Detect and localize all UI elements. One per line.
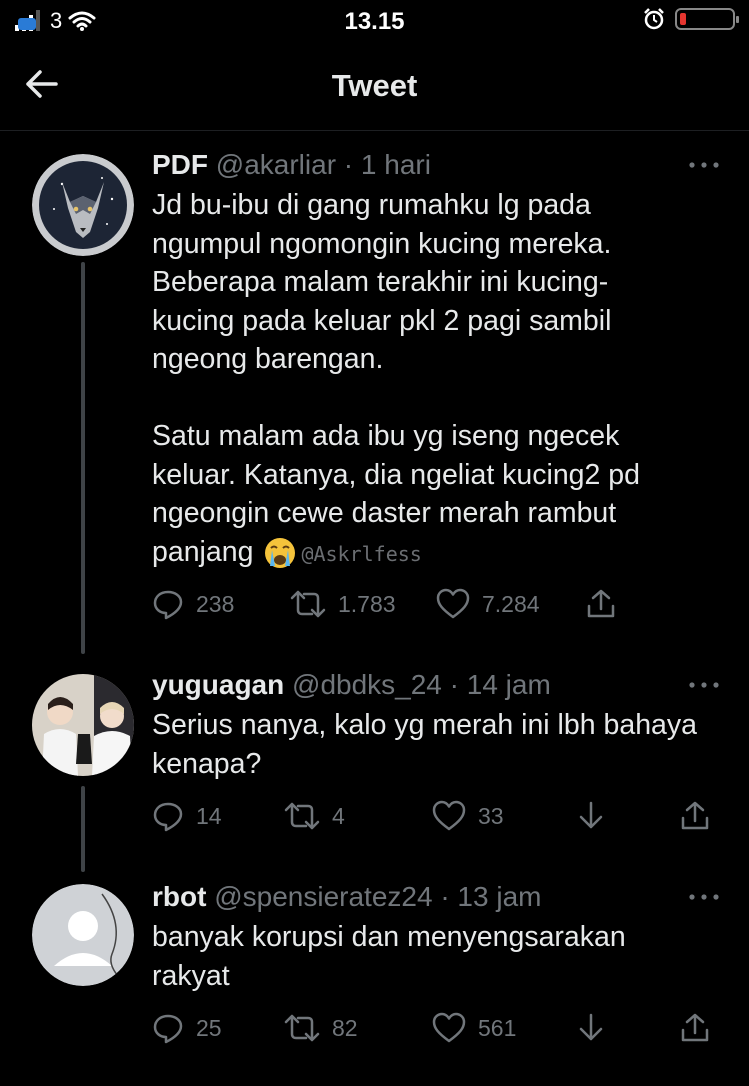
tweet-content: yuguagan @dbdks_24 · 14 jam Serius nanya… — [152, 668, 721, 783]
avatar[interactable] — [32, 674, 134, 776]
downvote-button[interactable] — [576, 800, 680, 832]
tweet-header: PDF @akarliar · 1 hari — [152, 148, 721, 182]
share-button[interactable] — [586, 588, 616, 620]
retweet-button[interactable]: 4 — [284, 800, 432, 832]
header-divider — [0, 130, 749, 131]
like-button[interactable]: 7.284 — [436, 588, 586, 620]
default-avatar-image — [32, 884, 134, 986]
retweet-count: 1.783 — [338, 590, 396, 617]
top-bar: Tweet — [0, 50, 749, 120]
tweet-time: · 13 jam — [440, 881, 542, 912]
like-count: 33 — [478, 802, 504, 829]
like-button[interactable]: 561 — [432, 1012, 576, 1044]
tweet-header: rbot @spensieratez24 · 13 jam — [152, 880, 721, 914]
author-handle[interactable]: @akarliar — [216, 149, 336, 180]
retweet-button[interactable]: 82 — [284, 1012, 432, 1044]
retweet-count: 4 — [332, 802, 345, 829]
tweet-content: PDF @akarliar · 1 hari Jd bu-ibu di gang… — [152, 148, 721, 573]
thread-line — [81, 262, 85, 654]
author-handle[interactable]: @dbdks_24 — [292, 669, 442, 700]
retweet-icon — [290, 590, 326, 618]
tweet-text: banyak korupsi dan menyengsarakan rakyat — [152, 921, 626, 992]
retweet-button[interactable]: 1.783 — [290, 588, 436, 620]
tweet-header: yuguagan @dbdks_24 · 14 jam — [152, 668, 721, 702]
clock: 13.15 — [344, 8, 405, 35]
reply-icon — [153, 802, 183, 832]
status-bar: 3 13.15 — [0, 0, 749, 44]
retweet-count: 82 — [332, 1014, 358, 1041]
like-button[interactable]: 33 — [432, 800, 576, 832]
heart-icon — [432, 1012, 466, 1043]
author-name[interactable]: yuguagan — [152, 669, 284, 700]
reply-count: 25 — [196, 1014, 222, 1041]
reply-button[interactable]: 14 — [152, 800, 284, 832]
wolf-avatar-image — [32, 154, 134, 256]
author-name[interactable]: PDF — [152, 149, 208, 180]
avatar[interactable] — [32, 154, 134, 256]
heart-icon — [432, 800, 466, 831]
reply-count: 14 — [196, 802, 222, 829]
like-count: 561 — [478, 1014, 517, 1041]
reply-button[interactable]: 238 — [152, 588, 290, 620]
downvote-icon — [579, 801, 603, 829]
reply-count: 238 — [196, 590, 235, 617]
tweet-time: · 1 hari — [343, 149, 431, 180]
tweet-text: Jd bu-ibu di gang rumahku lg pada ngumpu… — [152, 186, 721, 573]
page-title: Tweet — [331, 68, 418, 103]
crying-face-icon — [265, 537, 296, 568]
share-button[interactable] — [680, 1012, 710, 1044]
action-bar: 25 82 561 — [152, 1008, 712, 1048]
reply-icon — [153, 590, 183, 620]
tweet-time: · 14 jam — [449, 669, 551, 700]
reply-button[interactable]: 25 — [152, 1012, 284, 1044]
downvote-icon — [579, 1013, 603, 1041]
thread-line — [81, 786, 85, 872]
share-button[interactable] — [680, 800, 710, 832]
watermark: @Askrlfess — [301, 541, 422, 566]
author-name[interactable]: rbot — [152, 881, 206, 912]
photo-avatar-image — [32, 674, 134, 776]
more-dots-icon[interactable] — [687, 680, 721, 690]
share-icon — [681, 801, 709, 830]
tweet-content: rbot @spensieratez24 · 13 jam banyak kor… — [152, 880, 721, 995]
retweet-icon — [284, 1014, 320, 1042]
tweet-body: Jd bu-ibu di gang rumahku lg pada ngumpu… — [152, 189, 641, 568]
downvote-button[interactable] — [576, 1012, 680, 1044]
share-icon — [587, 589, 615, 618]
heart-icon — [436, 588, 470, 619]
reply-icon — [153, 1014, 183, 1044]
action-bar: 238 1.783 7.284 — [152, 584, 632, 624]
action-bar: 14 4 33 — [152, 796, 712, 836]
alarm-icon — [644, 8, 664, 30]
status-right — [643, 8, 739, 30]
share-icon — [681, 1013, 709, 1042]
more-dots-icon[interactable] — [687, 892, 721, 902]
more-dots-icon[interactable] — [687, 160, 721, 170]
avatar[interactable] — [32, 884, 134, 986]
like-count: 7.284 — [482, 590, 540, 617]
author-handle[interactable]: @spensieratez24 — [214, 881, 432, 912]
battery-icon — [675, 8, 739, 30]
retweet-icon — [284, 802, 320, 830]
tweet-text: Serius nanya, kalo yg merah ini lbh baha… — [152, 709, 697, 780]
